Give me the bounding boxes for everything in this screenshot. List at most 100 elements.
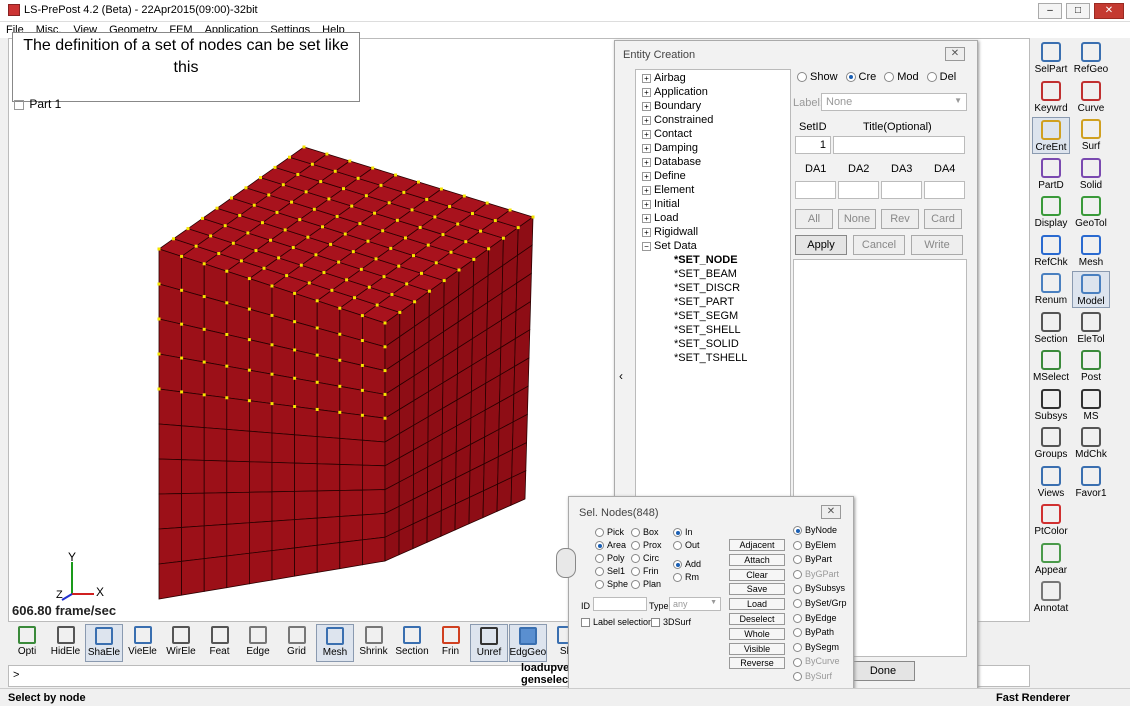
tool-feat[interactable]: Feat — [201, 624, 239, 662]
part-tree-row[interactable]: Part 1 — [14, 97, 61, 111]
label-select[interactable]: None ▼ — [821, 93, 967, 111]
expand-icon[interactable]: + — [642, 171, 651, 181]
3dsurf-checkbox[interactable]: 3DSurf — [651, 617, 691, 628]
deselect-button[interactable]: Deselect — [729, 613, 785, 625]
tool-edggeo[interactable]: EdgGeo — [508, 624, 547, 662]
tool-geotol[interactable]: GeoTol — [1072, 194, 1110, 231]
collapse-icon[interactable]: − — [642, 241, 651, 251]
tool-favor1[interactable]: Favor1 — [1072, 464, 1110, 501]
op-rm[interactable]: Rm — [673, 572, 699, 583]
set-item[interactable]: *SET_NODE — [674, 254, 738, 266]
done-button[interactable]: Done — [851, 661, 915, 681]
write-button[interactable]: Write — [911, 235, 963, 255]
visible-button[interactable]: Visible — [729, 642, 785, 655]
id-field[interactable] — [593, 597, 647, 611]
tree-item[interactable]: + Define — [642, 170, 686, 182]
tool-keywrd[interactable]: Keywrd — [1032, 79, 1070, 116]
tree-item[interactable]: + Boundary — [642, 100, 701, 112]
tool-vieele[interactable]: VieEle — [124, 624, 162, 662]
tree-item[interactable]: + Application — [642, 86, 708, 98]
expand-icon[interactable]: + — [642, 213, 651, 223]
save-button[interactable]: Save — [729, 583, 785, 596]
clear-button[interactable]: Clear — [729, 568, 785, 581]
close-icon[interactable]: ✕ — [945, 47, 965, 61]
all-button[interactable]: All — [795, 209, 833, 229]
mode-sel1[interactable]: Sel1 — [595, 566, 625, 577]
tool-refgeo[interactable]: RefGeo — [1072, 40, 1110, 77]
tree-item[interactable]: + Constrained — [642, 114, 713, 126]
by-bysubsys[interactable]: BySubsys — [793, 583, 845, 594]
by-bysetgrp[interactable]: BySet/Grp — [793, 598, 847, 609]
expand-icon[interactable]: + — [642, 199, 651, 209]
tree-item[interactable]: − Set Data — [642, 240, 697, 252]
set-item[interactable]: *SET_SOLID — [674, 338, 739, 350]
tool-unref[interactable]: Unref — [470, 624, 508, 662]
da-field[interactable] — [881, 181, 922, 199]
close-icon[interactable]: ✕ — [821, 505, 841, 519]
tool-appear[interactable]: Appear — [1032, 541, 1070, 578]
tree-item[interactable]: + Database — [642, 156, 701, 168]
type-select[interactable]: any ▼ — [669, 597, 721, 611]
tool-annotat[interactable]: Annotat — [1032, 579, 1070, 616]
mode-plan[interactable]: Plan — [631, 579, 661, 590]
expand-icon[interactable]: + — [642, 87, 651, 97]
expand-icon[interactable]: + — [642, 129, 651, 139]
mode-radio-cre[interactable]: Cre — [845, 71, 876, 83]
tool-selpart[interactable]: SelPart — [1032, 40, 1070, 77]
expand-icon[interactable]: + — [642, 185, 651, 195]
tool-partd[interactable]: PartD — [1032, 156, 1070, 193]
label-selection-checkbox[interactable]: Label selection — [581, 617, 653, 628]
collapse-arrow-icon[interactable]: ‹ — [619, 369, 623, 383]
tool-mesh[interactable]: Mesh — [316, 624, 354, 662]
mode-radio-del[interactable]: Del — [926, 71, 956, 83]
tool-shaele[interactable]: ShaEle — [85, 624, 123, 662]
set-item[interactable]: *SET_PART — [674, 296, 734, 308]
none-button[interactable]: None — [838, 209, 876, 229]
setid-field[interactable]: 1 — [795, 136, 831, 154]
by-bypart[interactable]: ByPart — [793, 554, 832, 565]
tool-mselect[interactable]: MSelect — [1032, 348, 1070, 385]
tool-groups[interactable]: Groups — [1032, 425, 1070, 462]
tool-display[interactable]: Display — [1032, 194, 1070, 231]
by-bygpart[interactable]: ByGPart — [793, 569, 839, 579]
by-bysurf[interactable]: BySurf — [793, 671, 832, 682]
set-item[interactable]: *SET_TSHELL — [674, 352, 747, 364]
by-bynode[interactable]: ByNode — [793, 525, 837, 536]
expand-icon[interactable]: + — [642, 101, 651, 111]
set-item[interactable]: *SET_BEAM — [674, 268, 737, 280]
tool-curve[interactable]: Curve — [1072, 79, 1110, 116]
tool-ms[interactable]: MS — [1072, 387, 1110, 424]
tool-mesh[interactable]: Mesh — [1072, 233, 1110, 270]
whole-button[interactable]: Whole — [729, 627, 785, 640]
tool-surf[interactable]: Surf — [1072, 117, 1110, 154]
tool-frin[interactable]: Frin — [432, 624, 470, 662]
tool-opti[interactable]: Opti — [8, 624, 46, 662]
tool-wirele[interactable]: WirEle — [162, 624, 200, 662]
expand-icon[interactable]: + — [642, 115, 651, 125]
tool-model[interactable]: Model — [1072, 271, 1110, 308]
tree-item[interactable]: + Initial — [642, 198, 680, 210]
tool-hidele[interactable]: HidEle — [47, 624, 85, 662]
attach-button[interactable]: Attach — [729, 553, 785, 566]
expand-icon[interactable]: + — [642, 157, 651, 167]
by-byedge[interactable]: ByEdge — [793, 613, 837, 623]
mode-circ[interactable]: Circ — [631, 553, 659, 564]
tool-solid[interactable]: Solid — [1072, 156, 1110, 193]
tool-post[interactable]: Post — [1072, 348, 1110, 385]
adjacent-button[interactable]: Adjacent — [729, 539, 785, 551]
by-bycurve[interactable]: ByCurve — [793, 656, 840, 667]
tool-refchk[interactable]: RefChk — [1032, 233, 1070, 270]
set-item[interactable]: *SET_SHELL — [674, 324, 741, 336]
set-item[interactable]: *SET_DISCR — [674, 282, 740, 294]
rev-button[interactable]: Rev — [881, 209, 919, 229]
region-in[interactable]: In — [673, 527, 693, 538]
mode-frin[interactable]: Frin — [631, 566, 659, 577]
mode-poly[interactable]: Poly — [595, 553, 625, 564]
tool-grid[interactable]: Grid — [278, 624, 316, 662]
mode-pick[interactable]: Pick — [595, 527, 624, 538]
tree-item[interactable]: + Element — [642, 184, 694, 196]
apply-button[interactable]: Apply — [795, 235, 847, 255]
region-out[interactable]: Out — [673, 540, 700, 551]
tool-shrink[interactable]: Shrink — [355, 624, 393, 662]
da-field[interactable] — [924, 181, 965, 199]
